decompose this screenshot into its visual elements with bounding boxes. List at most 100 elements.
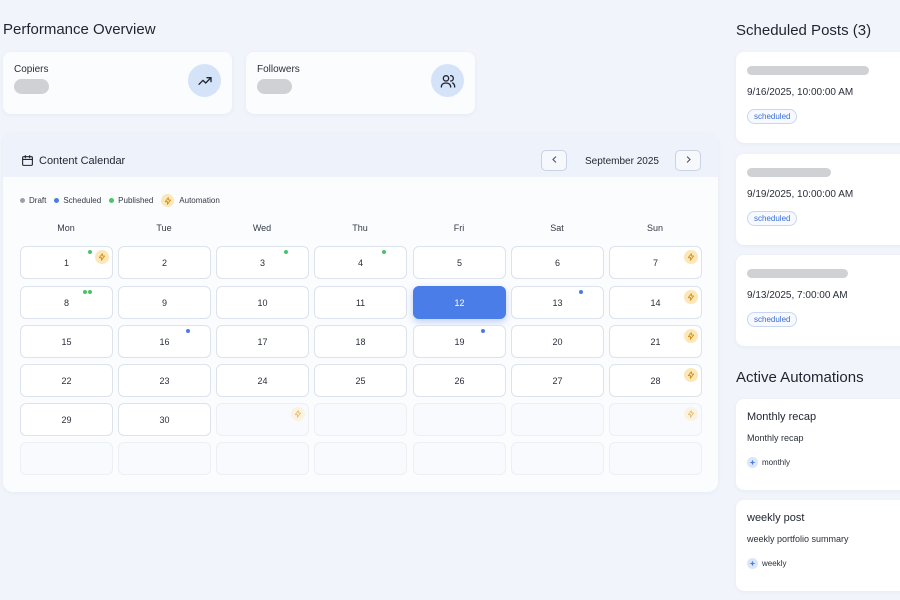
post-title-skeleton [747, 168, 831, 177]
day-number: 23 [159, 376, 170, 386]
calendar-day-25[interactable]: 25 [314, 364, 407, 397]
calendar-day-18[interactable]: 18 [314, 325, 407, 358]
next-month-button[interactable] [675, 150, 701, 171]
post-time: 9/13/2025, 7:00:00 AM [747, 290, 848, 301]
day-number: 13 [552, 298, 563, 308]
calendar-empty-cell [118, 442, 211, 475]
legend-scheduled-label: Scheduled [63, 196, 102, 205]
weekday-label: Wed [252, 223, 272, 233]
published-dot [83, 290, 87, 294]
automation-name: Monthly recap [747, 411, 817, 423]
calendar-empty-cell [314, 442, 407, 475]
followers-card: Followers [246, 52, 475, 114]
calendar-day-27[interactable]: 27 [511, 364, 604, 397]
calendar-day-5[interactable]: 5 [413, 246, 506, 279]
weekday-label: Fri [453, 223, 465, 233]
day-number: 22 [61, 376, 72, 386]
calendar-day-7[interactable]: 7 [609, 246, 702, 279]
calendar-day-17[interactable]: 17 [216, 325, 309, 358]
current-month-label: September 2025 [585, 156, 659, 167]
calendar-day-23[interactable]: 23 [118, 364, 211, 397]
legend-draft: Draft [20, 196, 46, 205]
scheduled-post-card[interactable]: 9/19/2025, 10:00:00 AM scheduled [736, 154, 900, 245]
day-number: 25 [355, 376, 366, 386]
post-title-skeleton [747, 269, 848, 278]
published-dot [88, 250, 92, 254]
calendar-title: Content Calendar [39, 155, 126, 167]
active-automations-title: Active Automations [736, 369, 864, 386]
day-number: 2 [161, 258, 167, 268]
scheduled-dot [481, 329, 485, 333]
lightning-icon [684, 368, 698, 382]
calendar-day-2[interactable]: 2 [118, 246, 211, 279]
automation-card[interactable]: Monthly recap Monthly recap monthly [736, 399, 900, 490]
day-number: 6 [554, 258, 560, 268]
followers-label: Followers [257, 64, 300, 75]
scheduled-post-card[interactable]: 9/13/2025, 7:00:00 AM scheduled [736, 255, 900, 346]
calendar-header: Content Calendar September 2025 [3, 133, 718, 177]
calendar-day-14[interactable]: 14 [609, 286, 702, 319]
calendar-day-1[interactable]: 1 [20, 246, 113, 279]
day-number: 11 [355, 298, 366, 308]
calendar-day-10[interactable]: 10 [216, 286, 309, 319]
day-number: 3 [259, 258, 265, 268]
scheduled-posts-title: Scheduled Posts (3) [736, 22, 872, 39]
calendar-day-4[interactable]: 4 [314, 246, 407, 279]
day-number: 9 [161, 298, 167, 308]
chevron-right-icon [684, 155, 693, 167]
day-number: 19 [454, 337, 465, 347]
automation-name: weekly post [747, 512, 805, 524]
day-number: 12 [454, 298, 465, 308]
frequency-label: weekly [762, 559, 787, 568]
published-dot [382, 250, 386, 254]
automation-card[interactable]: weekly post weekly portfolio summary weekl… [736, 500, 900, 591]
copiers-card: Copiers [3, 52, 232, 114]
lightning-icon [684, 407, 698, 421]
calendar-day-19[interactable]: 19 [413, 325, 506, 358]
weekday-label: Tue [156, 223, 172, 233]
legend-published: Published [109, 196, 153, 205]
calendar-day-6[interactable]: 6 [511, 246, 604, 279]
scheduled-dot [579, 290, 583, 294]
calendar-empty-cell [413, 403, 506, 436]
day-number: 4 [357, 258, 363, 268]
calendar-empty-cell [413, 442, 506, 475]
calendar-day-20[interactable]: 20 [511, 325, 604, 358]
calendar-day-28[interactable]: 28 [609, 364, 702, 397]
day-number: 27 [552, 376, 563, 386]
day-number: 20 [552, 337, 563, 347]
calendar-empty-cell [609, 403, 702, 436]
followers-value-skeleton [257, 79, 292, 94]
post-time: 9/19/2025, 10:00:00 AM [747, 189, 854, 200]
draft-dot [20, 198, 25, 203]
calendar-day-24[interactable]: 24 [216, 364, 309, 397]
calendar-day-21[interactable]: 21 [609, 325, 702, 358]
scheduled-dot [186, 329, 190, 333]
calendar-empty-cell [511, 403, 604, 436]
lightning-icon [684, 250, 698, 264]
calendar-day-26[interactable]: 26 [413, 364, 506, 397]
copiers-label: Copiers [14, 64, 49, 75]
calendar-day-30[interactable]: 30 [118, 403, 211, 436]
calendar-day-13[interactable]: 13 [511, 286, 604, 319]
calendar-day-16[interactable]: 16 [118, 325, 211, 358]
calendar-day-9[interactable]: 9 [118, 286, 211, 319]
calendar-day-15[interactable]: 15 [20, 325, 113, 358]
calendar-day-8[interactable]: 8 [20, 286, 113, 319]
scheduled-post-card[interactable]: 9/16/2025, 10:00:00 AM scheduled [736, 52, 900, 143]
users-icon [431, 64, 464, 97]
calendar-day-29[interactable]: 29 [20, 403, 113, 436]
calendar-empty-cell [609, 442, 702, 475]
calendar-day-22[interactable]: 22 [20, 364, 113, 397]
calendar-day-12[interactable]: 12 [413, 286, 506, 319]
calendar-day-3[interactable]: 3 [216, 246, 309, 279]
calendar-day-11[interactable]: 11 [314, 286, 407, 319]
previous-month-button[interactable] [541, 150, 567, 171]
sparkle-icon [747, 558, 758, 569]
calendar-icon [21, 154, 34, 172]
scheduled-dot [54, 198, 60, 203]
legend-scheduled: Scheduled [54, 196, 101, 205]
frequency-label: monthly [762, 458, 791, 467]
weekday-label: Thu [352, 223, 368, 233]
status-badge: scheduled [747, 312, 798, 327]
